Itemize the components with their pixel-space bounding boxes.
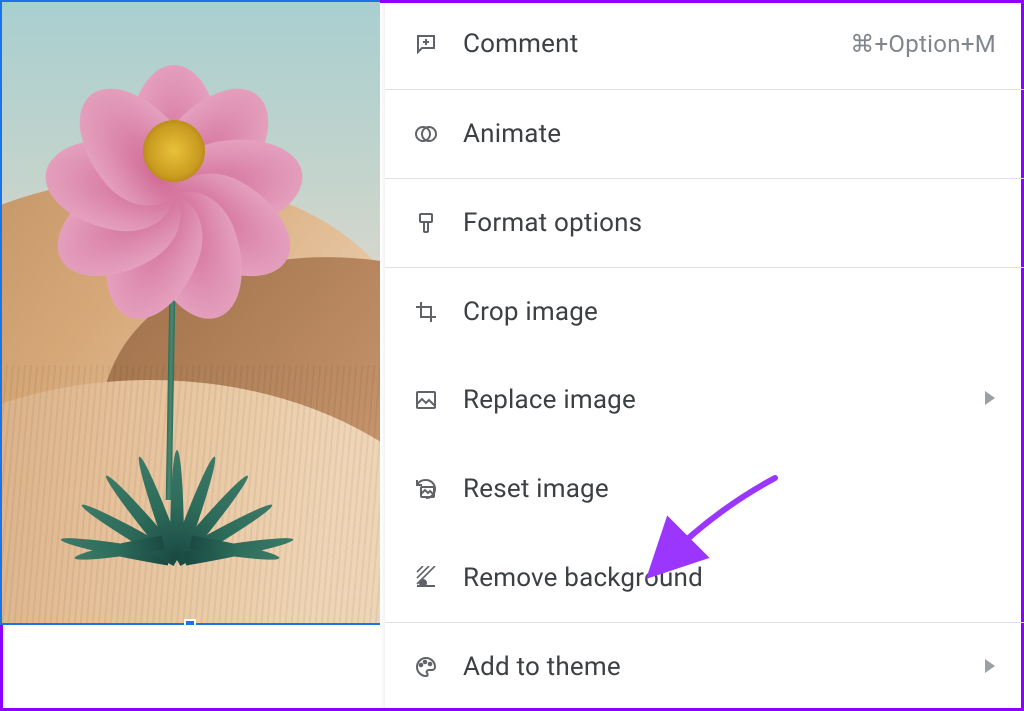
menu-label: Animate xyxy=(463,119,561,149)
menu-item-replace-image[interactable]: Replace image xyxy=(385,356,1024,445)
menu-shortcut: ⌘+Option+M xyxy=(850,30,996,58)
menu-label: Format options xyxy=(463,208,642,238)
menu-item-reset-image[interactable]: Reset image xyxy=(385,444,1024,533)
selection-bottom-edge xyxy=(0,623,380,625)
menu-item-animate[interactable]: Animate xyxy=(385,89,1024,178)
animate-icon xyxy=(413,121,439,147)
menu-label: Reset image xyxy=(463,474,609,504)
canvas-image-selection[interactable] xyxy=(0,0,385,711)
menu-item-format-options[interactable]: Format options xyxy=(385,178,1024,267)
comment-icon xyxy=(413,31,439,57)
reset-image-icon xyxy=(413,476,439,502)
menu-item-add-to-theme[interactable]: Add to theme xyxy=(385,622,1024,711)
format-options-icon xyxy=(413,210,439,236)
menu-label: Comment xyxy=(463,29,578,59)
chevron-right-icon xyxy=(984,390,996,409)
menu-label: Remove background xyxy=(463,563,703,593)
chevron-right-icon xyxy=(984,658,996,677)
palette-icon xyxy=(413,654,439,680)
menu-item-remove-background[interactable]: Remove background xyxy=(385,533,1024,622)
selected-image[interactable] xyxy=(0,0,380,625)
crop-icon xyxy=(413,299,439,325)
menu-label: Replace image xyxy=(463,385,636,415)
menu-label: Add to theme xyxy=(463,652,621,682)
menu-item-crop-image[interactable]: Crop image xyxy=(385,267,1024,356)
context-menu: Comment ⌘+Option+M Animate Format option… xyxy=(385,0,1024,711)
replace-image-icon xyxy=(413,387,439,413)
selection-handle-bottom[interactable] xyxy=(184,619,196,625)
remove-background-icon xyxy=(413,565,439,591)
menu-label: Crop image xyxy=(463,297,598,327)
selection-outline xyxy=(0,0,380,625)
menu-item-comment[interactable]: Comment ⌘+Option+M xyxy=(385,0,1024,89)
